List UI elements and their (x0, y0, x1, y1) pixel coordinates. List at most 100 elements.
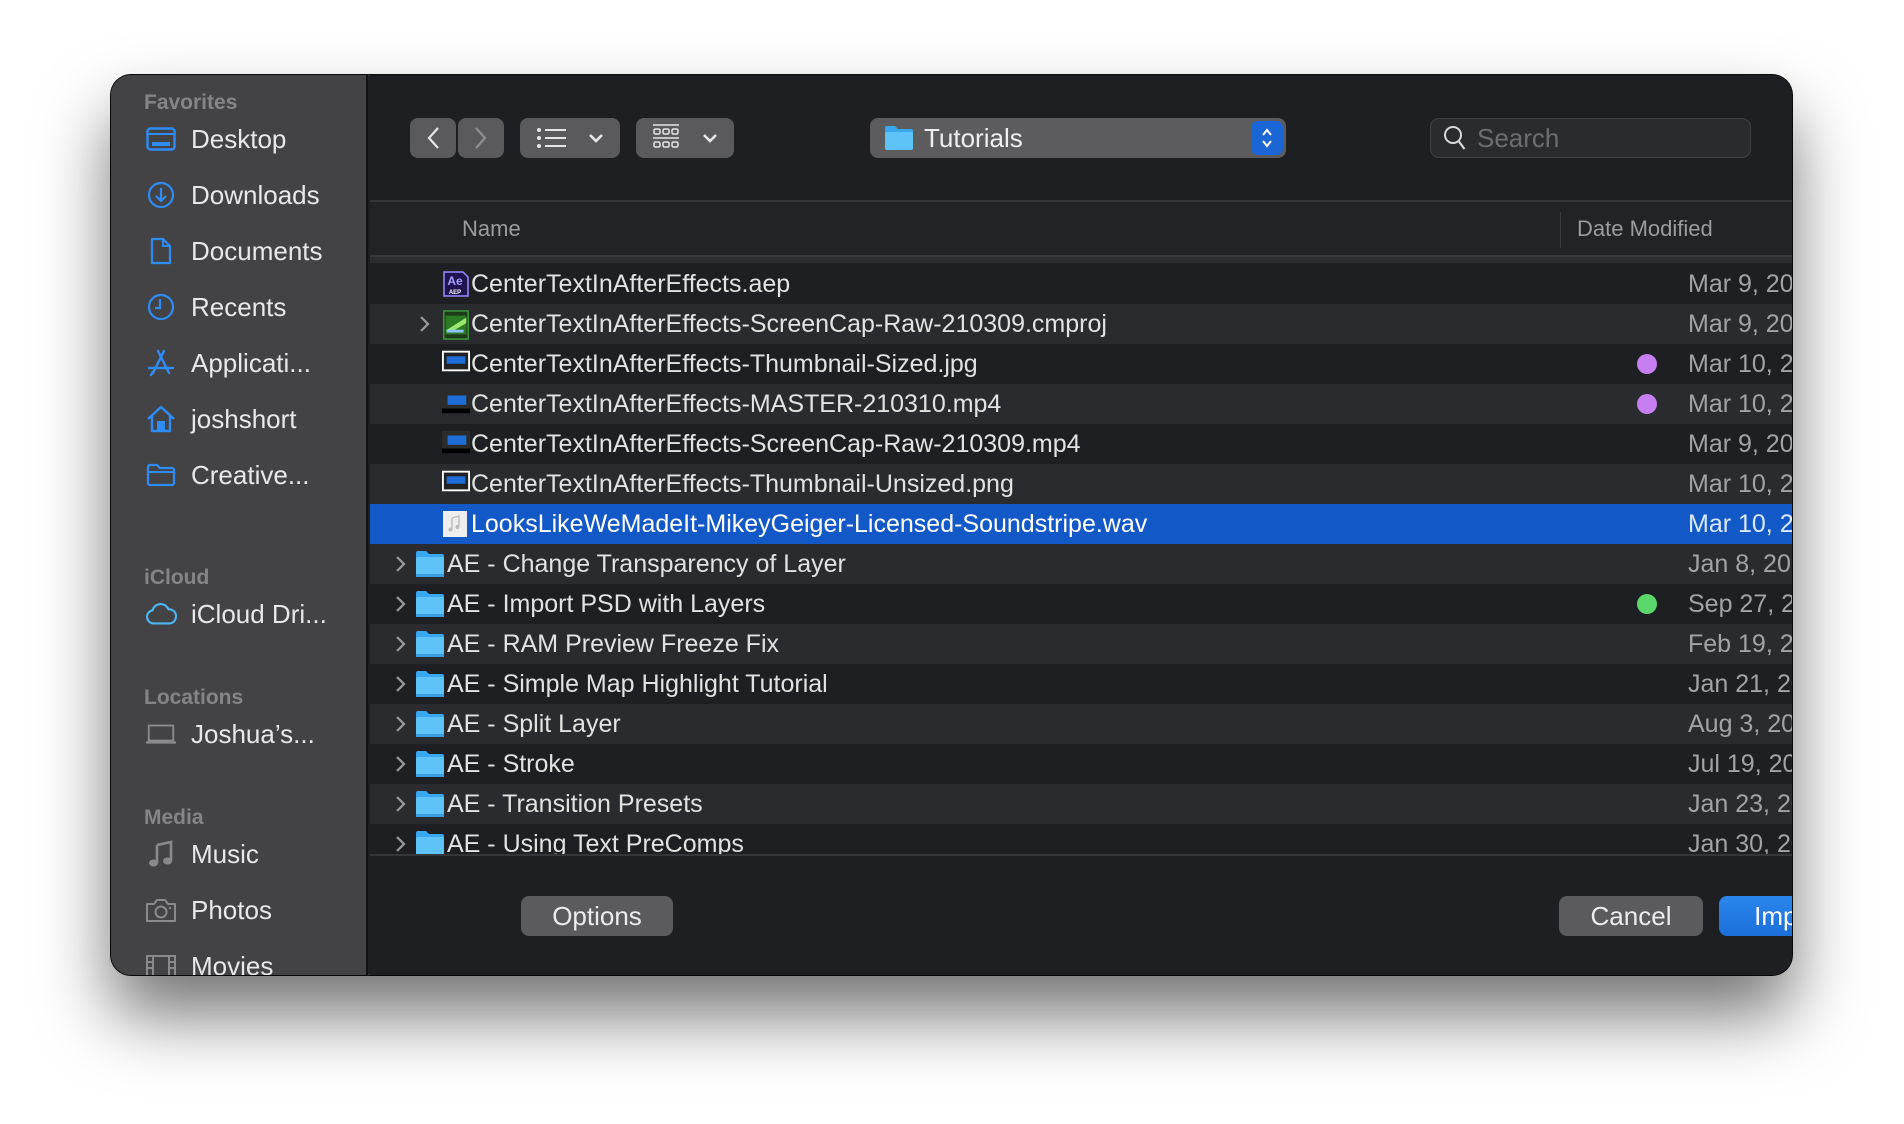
folder-icon (885, 126, 913, 150)
sidebar-item-label: Documents (191, 235, 323, 266)
search-icon (1444, 126, 1466, 150)
sidebar-item-desktop[interactable]: Desktop (145, 117, 360, 161)
video-file-icon (442, 430, 470, 458)
folder-icon (415, 590, 444, 618)
import-button[interactable]: Import (1719, 896, 1792, 936)
date-modified: Mar 10, 2021 at 6:3 (1688, 350, 1792, 378)
list-view-icon (537, 128, 566, 148)
file-row[interactable]: CenterTextInAfterEffects-ScreenCap-Raw-2… (370, 424, 1792, 464)
image-file-icon (442, 470, 470, 498)
column-divider[interactable] (1560, 212, 1561, 248)
sidebar-section-icloud: iCloud (144, 566, 210, 589)
folder-icon (415, 750, 444, 778)
sidebar-item-photos[interactable]: Photos (145, 888, 360, 932)
search-input[interactable]: Search (1477, 123, 1559, 154)
svg-text:Ae: Ae (447, 274, 463, 288)
color-tag-dot (1637, 394, 1657, 414)
file-row[interactable]: CenterTextInAfterEffects-Thumbnail-Unsiz… (370, 464, 1792, 504)
date-modified: Mar 9, 2021 at 6:26 (1688, 430, 1792, 458)
sidebar-item-creative[interactable]: Creative... (145, 453, 360, 497)
sidebar-item-downloads[interactable]: Downloads (145, 173, 360, 217)
cancel-button[interactable]: Cancel (1559, 896, 1703, 936)
file-name: AE - Simple Map Highlight Tutorial (447, 670, 828, 698)
sidebar-item-joshuas-mac[interactable]: Joshua’s... (145, 712, 360, 756)
date-modified: Mar 10, 2021 at 6:3 (1688, 470, 1792, 498)
folder-row[interactable]: AE - Import PSD with Layers Sep 27, 2021 … (370, 584, 1792, 624)
sidebar-item-label: joshshort (191, 403, 297, 434)
sidebar-section-favorites: Favorites (144, 91, 238, 114)
back-button[interactable] (410, 118, 456, 158)
folder-icon (415, 630, 444, 658)
disclosure-chevron-icon[interactable] (394, 794, 408, 814)
sidebar-item-label: Photos (191, 894, 272, 925)
file-name: AE - Change Transparency of Layer (447, 550, 846, 578)
folder-icon (415, 830, 444, 854)
sidebar-item-label: Recents (191, 291, 287, 322)
sidebar-item-movies[interactable]: Movies (145, 944, 360, 975)
grid-group-icon (653, 124, 679, 148)
file-row[interactable]: CenterTextInAfterEffects-MASTER-210310.m… (370, 384, 1792, 424)
group-by-button[interactable] (636, 118, 734, 158)
sidebar-item-label: Joshua’s... (191, 718, 315, 749)
file-name: CenterTextInAfterEffects-MASTER-210310.m… (471, 390, 1002, 418)
sidebar-item-music[interactable]: Music (145, 832, 360, 876)
folder-row[interactable]: AE - Simple Map Highlight Tutorial Jan 21… (370, 664, 1792, 704)
folder-row[interactable]: AE - Transition Presets Jan 23, 2021 at 1… (370, 784, 1792, 824)
sidebar-item-label: Applicati... (191, 347, 311, 378)
file-name: CenterTextInAfterEffects-ScreenCap-Raw-2… (471, 310, 1107, 338)
folder-icon (145, 460, 177, 490)
disclosure-chevron-icon[interactable] (394, 674, 408, 694)
column-date-modified[interactable]: Date Modified (1577, 216, 1713, 242)
music-icon (145, 839, 177, 869)
sidebar-item-documents[interactable]: Documents (145, 229, 360, 273)
file-row[interactable]: CenterTextInAfterEffects-ScreenCap-Raw-2… (370, 304, 1792, 344)
file-name: CenterTextInAfterEffects-Thumbnail-Unsiz… (471, 470, 1014, 498)
disclosure-chevron-icon[interactable] (394, 834, 408, 854)
view-mode-button[interactable] (520, 118, 620, 158)
folder-icon (415, 550, 444, 578)
location-popup[interactable]: Tutorials (870, 118, 1286, 158)
image-file-icon (442, 350, 470, 378)
sidebar-item-home[interactable]: joshshort (145, 397, 360, 441)
chevron-down-icon (589, 134, 603, 143)
file-name: AE - Stroke (447, 750, 575, 778)
color-tag-dot (1637, 354, 1657, 374)
file-row[interactable]: CenterTextInAfterEffects-Thumbnail-Sized… (370, 344, 1792, 384)
sidebar: Favorites Desktop Downloads Documents Re… (111, 75, 368, 975)
disclosure-chevron-icon[interactable] (394, 594, 408, 614)
folder-row[interactable]: AE - Using Text PreComps Jan 30, 2021 at … (370, 824, 1792, 854)
disclosure-chevron-icon[interactable] (418, 314, 432, 334)
sidebar-item-label: Creative... (191, 459, 310, 490)
desktop-icon (145, 124, 177, 154)
folder-row[interactable]: AE - Stroke Jul 19, 2021 at 9:05 (370, 744, 1792, 784)
file-row[interactable]: LooksLikeWeMadeIt-MikeyGeiger-Licensed-S… (370, 504, 1792, 544)
search-field[interactable]: Search (1430, 118, 1751, 158)
folder-icon (415, 790, 444, 818)
file-row[interactable]: Ae AEP CenterTextInAfterEffects.aep Mar 9, … (370, 264, 1792, 304)
disclosure-chevron-icon[interactable] (394, 754, 408, 774)
column-name[interactable]: Name (462, 216, 521, 242)
chevron-right-icon (475, 127, 487, 149)
clock-icon (145, 292, 177, 322)
file-name: CenterTextInAfterEffects.aep (471, 270, 791, 298)
file-browser: Tutorials Search Name Date Modified Ae AE… (370, 75, 1792, 975)
forward-button[interactable] (458, 118, 504, 158)
date-modified: Mar 9, 2021 at 6:24 (1688, 310, 1792, 338)
sidebar-section-media: Media (144, 806, 204, 829)
folder-row[interactable]: AE - RAM Preview Freeze Fix Feb 19, 2021 … (370, 624, 1792, 664)
date-modified: Jul 19, 2021 at 9:05 (1688, 750, 1792, 778)
sidebar-item-icloud-drive[interactable]: iCloud Dri... (145, 592, 360, 636)
options-button[interactable]: Options (521, 896, 673, 936)
disclosure-chevron-icon[interactable] (394, 634, 408, 654)
disclosure-chevron-icon[interactable] (394, 714, 408, 734)
file-list: Ae AEP CenterTextInAfterEffects.aep Mar 9, … (370, 264, 1792, 854)
sidebar-item-recents[interactable]: Recents (145, 285, 360, 329)
folder-row[interactable]: AE - Change Transparency of Layer Jan 8, … (370, 544, 1792, 584)
camera-icon (145, 895, 177, 925)
folder-row[interactable]: AE - Split Layer Aug 3, 2021 at 8:51 (370, 704, 1792, 744)
sidebar-item-label: Movies (191, 950, 274, 976)
date-modified: Jan 21, 2021 at 8:5 (1688, 670, 1792, 698)
disclosure-chevron-icon[interactable] (394, 554, 408, 574)
sidebar-item-applications[interactable]: Applicati... (145, 341, 360, 385)
file-name: LooksLikeWeMadeIt-MikeyGeiger-Licensed-S… (471, 510, 1148, 538)
